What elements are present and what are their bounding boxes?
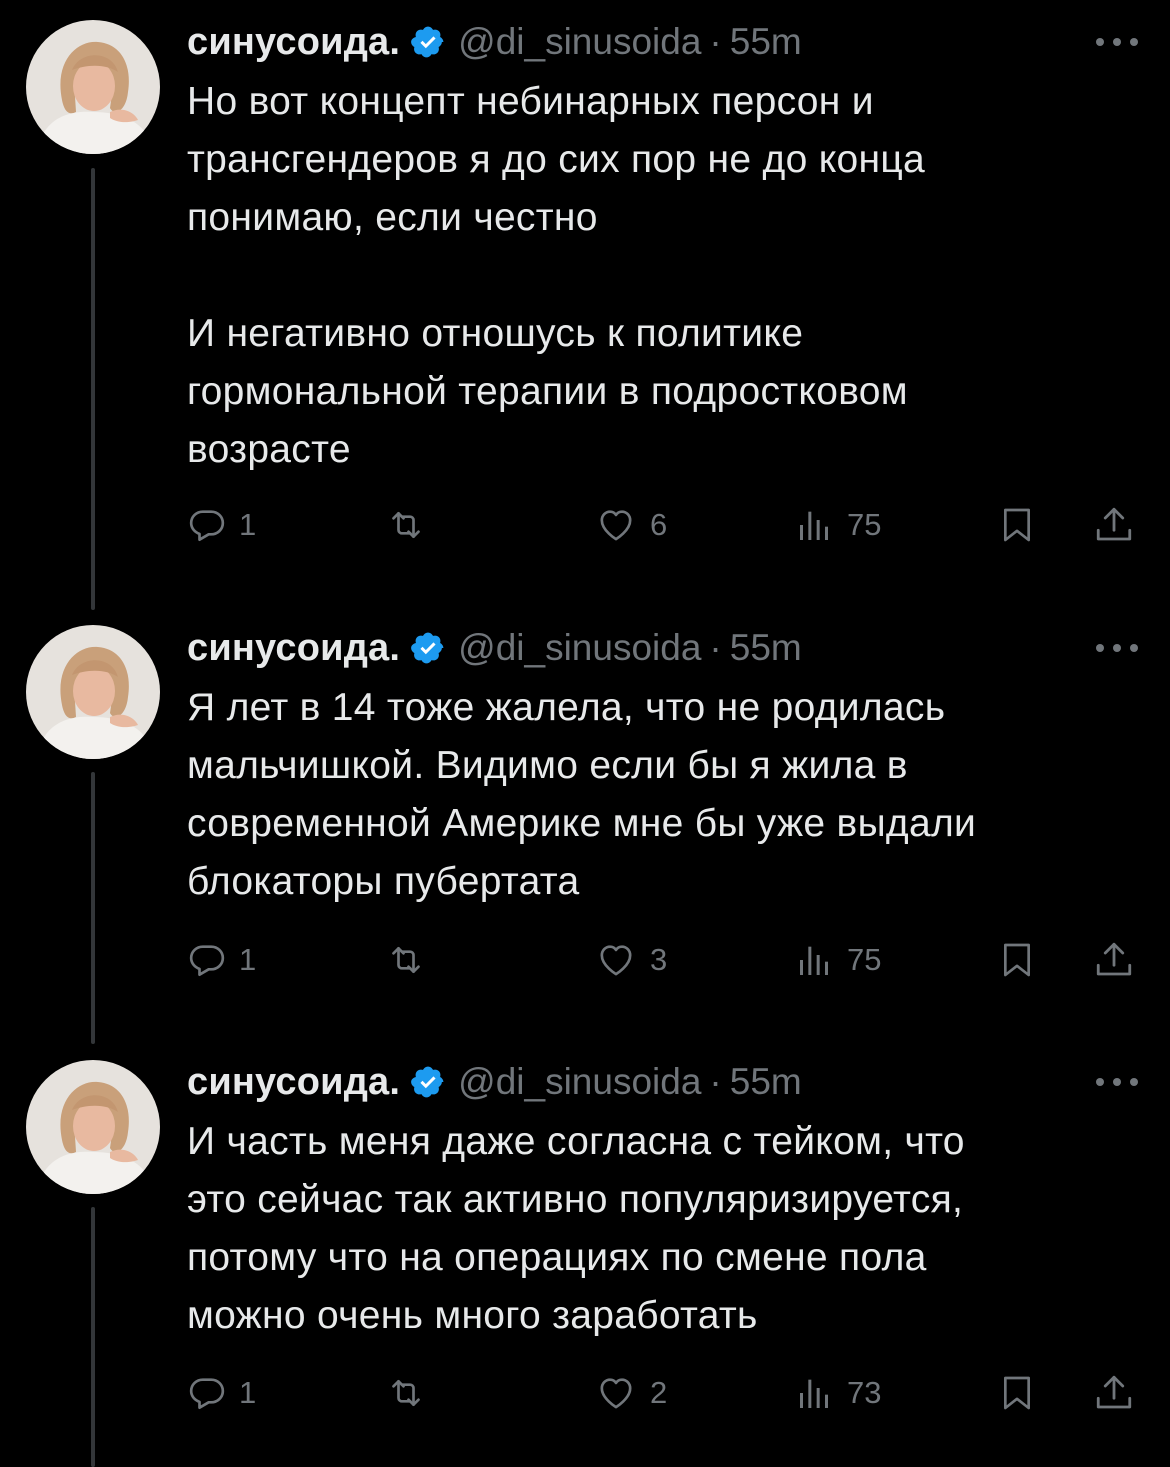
tweet-text: Я лет в 14 тоже жалела, что не родилась …	[187, 686, 977, 903]
separator-dot: ·	[709, 21, 722, 62]
views-button[interactable]: 73	[795, 1368, 881, 1418]
share-icon	[1096, 942, 1132, 976]
like-button[interactable]: 6	[594, 500, 667, 550]
timestamp[interactable]: 55m	[730, 21, 802, 63]
more-options-icon[interactable]	[1096, 35, 1138, 49]
bookmark-icon	[1004, 508, 1030, 542]
retweet-icon	[392, 1380, 420, 1406]
retweet-button[interactable]	[384, 935, 440, 985]
display-name[interactable]: синусоида.	[187, 627, 400, 670]
tweet-header: синусоида. @di_sinusoida · 55m	[187, 623, 802, 673]
reply-icon	[189, 1378, 225, 1409]
views-button[interactable]: 75	[795, 500, 881, 550]
retweet-button[interactable]	[384, 500, 440, 550]
handle[interactable]: @di_sinusoida	[458, 627, 701, 669]
views-count: 73	[847, 1375, 882, 1410]
display-name[interactable]: синусоида.	[187, 1061, 400, 1104]
views-count: 75	[847, 942, 882, 977]
reply-count: 1	[239, 1375, 257, 1410]
bookmark-icon	[1004, 943, 1030, 977]
share-button[interactable]	[1093, 1368, 1135, 1418]
thread-line	[91, 1207, 95, 1467]
share-icon	[1096, 1375, 1132, 1409]
share-button[interactable]	[1093, 935, 1135, 985]
separator-dot: ·	[709, 1061, 722, 1102]
verified-badge-icon	[411, 1066, 444, 1098]
like-count: 2	[650, 1375, 668, 1410]
share-icon	[1096, 507, 1132, 541]
bookmark-button[interactable]	[997, 935, 1037, 985]
heart-icon	[600, 510, 632, 541]
reply-icon	[189, 945, 225, 976]
heart-icon	[600, 945, 632, 976]
views-count: 75	[847, 507, 882, 542]
timestamp[interactable]: 55m	[730, 627, 802, 669]
handle[interactable]: @di_sinusoida	[458, 1061, 701, 1103]
avatar[interactable]	[26, 1060, 160, 1194]
reply-count: 1	[239, 507, 257, 542]
tweet-text: И часть меня даже согласна с тейком, что…	[187, 1120, 965, 1337]
reply-button[interactable]: 1	[187, 500, 256, 550]
retweet-icon	[392, 512, 420, 538]
separator-dot: ·	[709, 627, 722, 668]
bookmark-button[interactable]	[997, 1368, 1037, 1418]
like-count: 3	[650, 942, 668, 977]
views-chart-icon	[800, 511, 828, 540]
retweet-button[interactable]	[384, 1368, 440, 1418]
thread-line	[91, 168, 95, 610]
retweet-icon	[392, 947, 420, 973]
like-button[interactable]: 3	[594, 935, 667, 985]
views-button[interactable]: 75	[795, 935, 881, 985]
share-button[interactable]	[1093, 500, 1135, 550]
like-button[interactable]: 2	[594, 1368, 667, 1418]
verified-badge-icon	[411, 632, 444, 664]
heart-icon	[600, 1378, 632, 1409]
reply-count: 1	[239, 942, 257, 977]
like-count: 6	[650, 507, 668, 542]
display-name[interactable]: синусоида.	[187, 21, 400, 64]
tweet-header: синусоида. @di_sinusoida · 55m	[187, 1057, 802, 1107]
handle[interactable]: @di_sinusoida	[458, 21, 701, 63]
tweet-header: синусоида. @di_sinusoida · 55m	[187, 17, 802, 67]
verified-badge-icon	[411, 26, 444, 58]
tweet-text: Но вот концепт небинарных персон и транс…	[187, 80, 925, 471]
reply-button[interactable]: 1	[187, 935, 256, 985]
avatar[interactable]	[26, 20, 160, 154]
views-chart-icon	[800, 1379, 828, 1408]
more-options-icon[interactable]	[1096, 1075, 1138, 1089]
avatar[interactable]	[26, 625, 160, 759]
tweet-actions: 1 6 75	[187, 500, 1147, 550]
tweet-actions: 1 2 73	[187, 1368, 1147, 1418]
bookmark-button[interactable]	[997, 500, 1037, 550]
thread-line	[91, 772, 95, 1044]
views-chart-icon	[800, 946, 828, 975]
reply-icon	[189, 510, 225, 541]
reply-button[interactable]: 1	[187, 1368, 256, 1418]
tweet-actions: 1 3 75	[187, 935, 1147, 985]
bookmark-icon	[1004, 1376, 1030, 1410]
timestamp[interactable]: 55m	[730, 1061, 802, 1103]
more-options-icon[interactable]	[1096, 641, 1138, 655]
